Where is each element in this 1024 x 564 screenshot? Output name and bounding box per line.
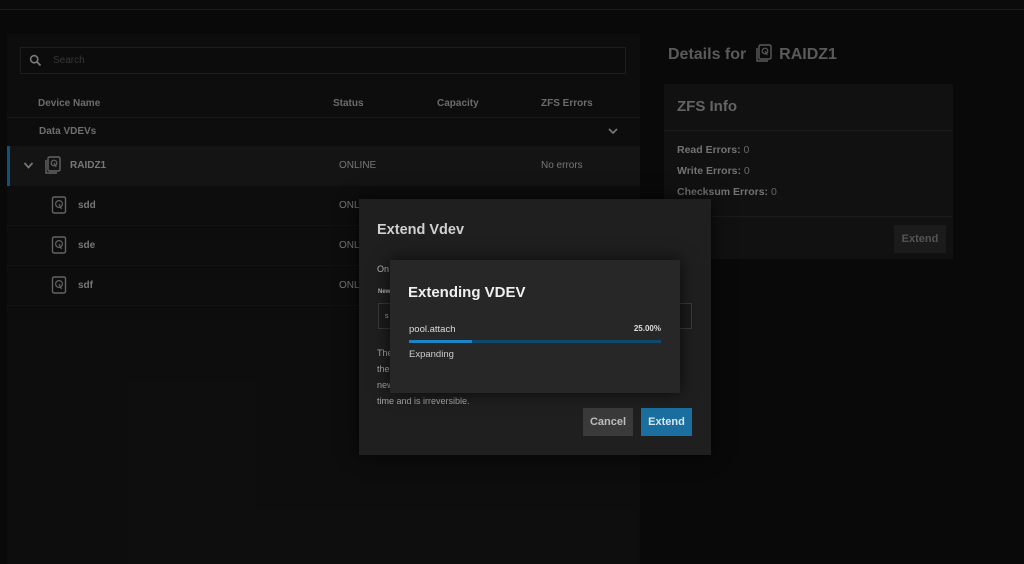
progress-fill (409, 340, 472, 343)
job-task: pool.attach (409, 324, 456, 335)
dialog-intro: On (377, 264, 390, 274)
dialog-title: Extend Vdev (377, 222, 465, 238)
job-percent: 25.00% (633, 324, 661, 333)
job-title: Extending VDEV (408, 284, 526, 301)
confirm-extend-button[interactable]: Extend (641, 408, 692, 436)
job-description: Expanding (409, 349, 454, 360)
new-disk-label: New (378, 289, 391, 295)
job-progress-dialog: Extending VDEV pool.attach 25.00% Expand… (390, 260, 680, 393)
progress-bar (409, 340, 661, 343)
cancel-button[interactable]: Cancel (583, 408, 633, 436)
